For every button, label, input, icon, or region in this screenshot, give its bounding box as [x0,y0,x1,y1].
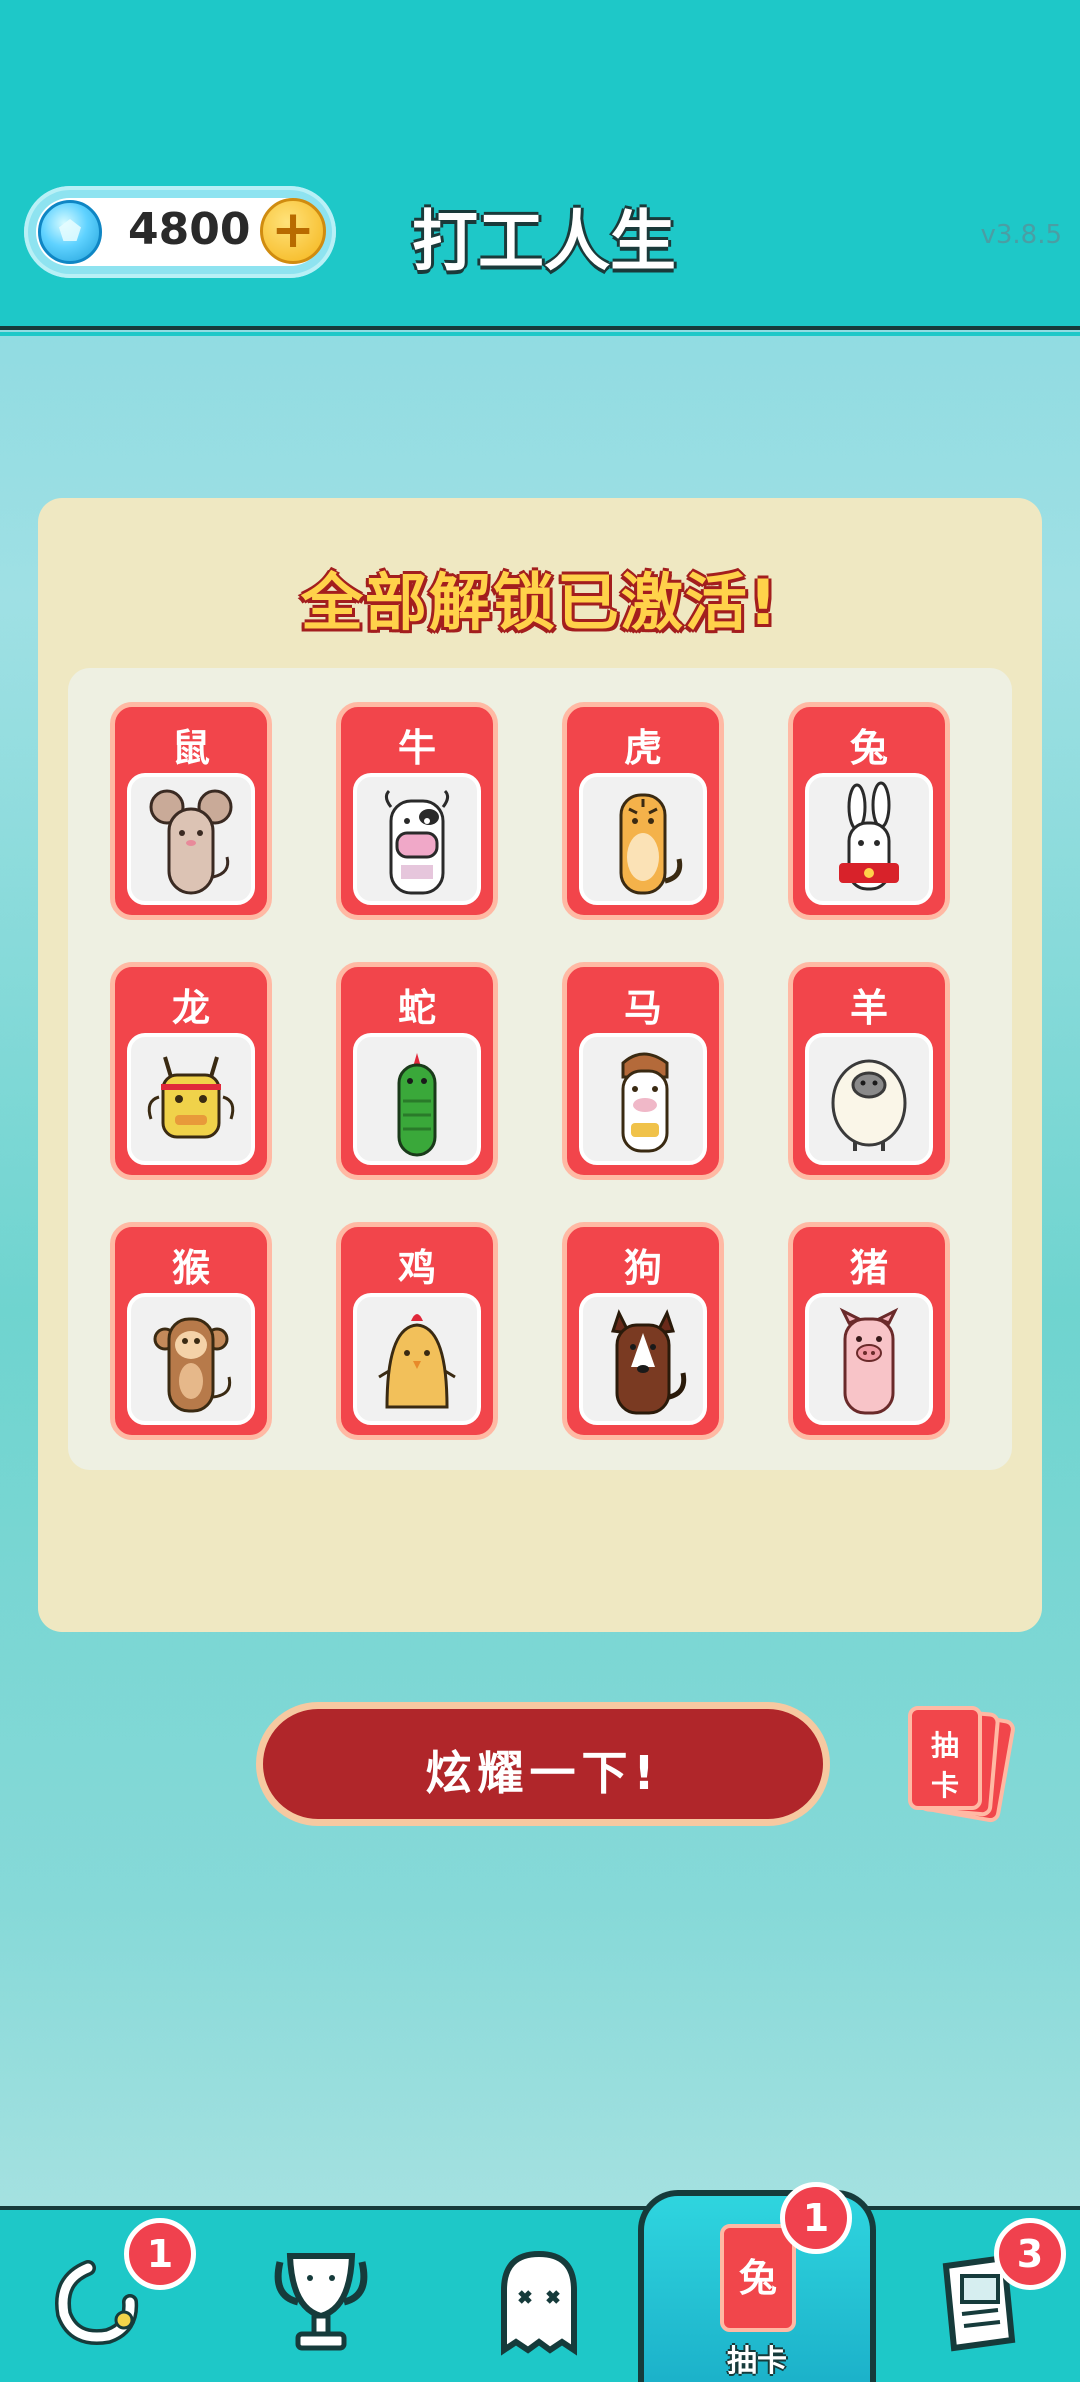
panel-title: 全部解锁已激活! [300,566,780,639]
rat-icon [149,789,233,895]
zodiac-card-dragon[interactable]: 龙 [110,962,272,1180]
card-image [805,773,933,905]
zodiac-panel: 全部解锁已激活! 鼠 牛 虎 兔 龙 蛇 马 羊 猴 鸡 狗 猪 [38,498,1042,1632]
snake-icon [397,1053,437,1157]
card-image [353,1033,481,1165]
card-label: 猴 [171,1246,210,1290]
show-off-label: 炫耀一下! [425,1746,661,1800]
card-label: 猪 [849,1246,888,1290]
card-image [127,773,255,905]
card-image [579,1033,707,1165]
bottom-nav: 兔 抽卡 1 1 3 [0,2182,1080,2382]
zodiac-card-snake[interactable]: 蛇 [336,962,498,1180]
sheep-icon [831,1059,907,1151]
card-image [353,1293,481,1425]
gem-balance[interactable]: 4800 + [24,186,336,278]
card-front: 抽 卡 [908,1706,982,1810]
card-label: 牛 [397,726,436,770]
zodiac-card-sheep[interactable]: 羊 [788,962,950,1180]
zodiac-card-rabbit[interactable]: 兔 [788,702,950,920]
card-label: 兔 [849,726,888,770]
trophy-icon [274,2253,368,2351]
chicken-icon [378,1314,456,1409]
gem-count: 4800 [128,204,251,255]
show-off-button[interactable]: 炫耀一下! [256,1702,830,1826]
ghost-icon [501,2250,577,2356]
card-label: 龙 [171,986,210,1030]
zodiac-grid: 鼠 牛 虎 兔 龙 蛇 马 羊 猴 鸡 狗 猪 [68,668,1012,1470]
pig-icon [839,1307,899,1415]
card-image [127,1033,255,1165]
card-label: 虎 [623,726,662,770]
zodiac-card-tiger[interactable]: 虎 [562,702,724,920]
card-label: 鼠 [171,726,210,770]
notification-badge: 3 [994,2218,1066,2290]
zodiac-card-monkey[interactable]: 猴 [110,1222,272,1440]
card-label: 羊 [849,986,888,1030]
draw-card-top-char: 抽 [930,1729,959,1762]
card-draw-icon: 兔 [720,2224,796,2332]
card-image [805,1293,933,1425]
zodiac-card-dog[interactable]: 狗 [562,1222,724,1440]
plus-icon: + [271,200,315,260]
zodiac-card-horse[interactable]: 马 [562,962,724,1180]
card-image [579,1293,707,1425]
card-label: 鸡 [397,1246,436,1290]
nav-tab-trophy[interactable] [246,2230,396,2380]
dog-icon [610,1309,687,1415]
card-image [127,1293,255,1425]
zodiac-card-chicken[interactable]: 鸡 [336,1222,498,1440]
zodiac-card-rat[interactable]: 鼠 [110,702,272,920]
card-label: 狗 [623,1246,662,1290]
monkey-icon [153,1317,232,1413]
app-title: 打工人生 [412,203,676,280]
nav-tab-book[interactable]: 3 [904,2218,1066,2380]
tiger-icon [619,793,683,895]
tab-draw-card-label: 抽卡 [727,2344,787,2379]
horse-icon [621,1052,669,1153]
card-image [353,773,481,905]
add-gems-button[interactable]: + [260,198,326,264]
nav-tab-refresh[interactable]: 1 [28,2218,196,2380]
notification-badge: 1 [124,2218,196,2290]
top-bar: 4800 + 打工人生 v3.8.5 [0,0,1080,336]
dragon-icon [147,1056,235,1139]
draw-card-button[interactable]: 抽 卡 [904,1704,1017,1824]
nav-tab-draw-card-active[interactable]: 兔 抽卡 1 [638,2182,876,2382]
zodiac-card-ox[interactable]: 牛 [336,702,498,920]
notification-badge: 1 [780,2182,852,2254]
rabbit-icon [839,781,899,891]
version-label: v3.8.5 [980,220,1062,250]
ox-icon [384,789,450,895]
draw-card-bottom-char: 卡 [930,1769,959,1802]
card-label: 马 [623,986,662,1030]
card-label: 蛇 [397,986,436,1030]
nav-tab-ghost[interactable] [464,2230,614,2380]
card-image [579,773,707,905]
gem-icon [38,200,102,264]
zodiac-card-pig[interactable]: 猪 [788,1222,950,1440]
card-image [805,1033,933,1165]
